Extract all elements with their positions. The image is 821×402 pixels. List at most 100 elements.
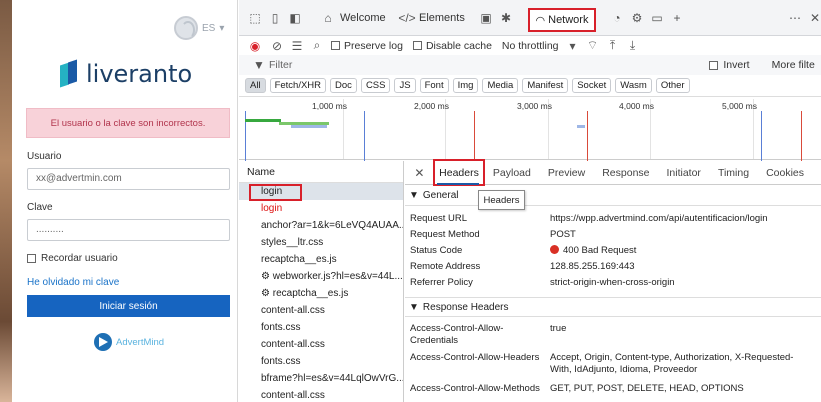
globe-icon xyxy=(174,16,198,40)
request-row[interactable]: fonts.css xyxy=(239,353,403,370)
type-filter-chip[interactable]: Img xyxy=(452,78,479,93)
expand-icon: ▼ xyxy=(409,301,419,313)
logo-text: liveranto xyxy=(86,60,193,88)
tab-network[interactable]: ◠ Network xyxy=(528,8,596,32)
footer-brand: AdvertMind xyxy=(94,333,164,351)
filter-input[interactable]: Filter xyxy=(269,59,292,71)
login-submit-button[interactable]: Iniciar sesión xyxy=(27,295,230,317)
user-input[interactable]: xx@advertmin.com xyxy=(27,168,230,190)
request-row[interactable]: content-all.css xyxy=(239,336,403,353)
request-row[interactable]: bframe?hl=es&v=44LqlOwVrG... xyxy=(239,370,403,387)
request-row[interactable]: anchor?ar=1&k=6LeVQ4AUAA... xyxy=(239,217,403,234)
header-value: Accept, Origin, Content-type, Authorizat… xyxy=(550,352,794,375)
tab-cookies[interactable]: Cookies xyxy=(766,167,804,179)
tab-preview[interactable]: Preview xyxy=(548,167,585,179)
tab-response[interactable]: Response xyxy=(602,167,649,179)
header-value: strict-origin-when-cross-origin xyxy=(550,277,675,288)
record-icon[interactable]: ◉ xyxy=(247,38,263,54)
disable-cache-checkbox[interactable] xyxy=(412,41,422,50)
preserve-log-checkbox[interactable] xyxy=(331,41,340,50)
close-details-icon[interactable]: ✕ xyxy=(413,165,426,181)
network-conditions-icon[interactable]: ⌔ xyxy=(585,38,601,54)
type-filter-chip[interactable]: JS xyxy=(394,78,416,93)
background-photo xyxy=(0,0,12,402)
language-selector[interactable]: ES ▾ xyxy=(174,16,224,40)
network-timeline[interactable]: 1,000 ms 2,000 ms 3,000 ms 4,000 ms 5,00… xyxy=(239,96,821,161)
type-filter-chip[interactable]: All xyxy=(245,78,266,93)
tab-headers[interactable]: Headers xyxy=(433,159,485,186)
highlight-box xyxy=(249,184,302,201)
request-row[interactable]: content-all.css xyxy=(239,387,403,402)
request-row[interactable]: content-all.css xyxy=(239,302,403,319)
tab-welcome[interactable]: ⌂ Welcome xyxy=(320,9,386,27)
timeline-tick: 1,000 ms xyxy=(312,101,347,111)
upload-icon[interactable]: ⤒ xyxy=(605,38,621,54)
remember-checkbox[interactable] xyxy=(27,254,36,263)
request-row[interactable]: recaptcha__es.js xyxy=(239,251,403,268)
network-toolbar: ◉ ⊘ ☰ ⌕ Preserve log Disable cache No th… xyxy=(239,36,821,55)
request-details: ✕ Payload Preview Response Initiator Tim… xyxy=(405,159,821,402)
console-icon[interactable]: ▣ xyxy=(478,10,494,26)
devtools-panel: ⬚ ▯ ◧ ⌂ Welcome </> Elements ▣ ✱ ◠ Netwo… xyxy=(239,0,821,402)
request-row[interactable]: ⚙ webworker.js?hl=es&v=44L... xyxy=(239,268,403,285)
timeline-tick: 3,000 ms xyxy=(517,101,552,111)
request-row[interactable]: ⚙ recaptcha__es.js xyxy=(239,285,403,302)
filter-toggle-icon[interactable]: ☰ xyxy=(289,38,305,54)
timeline-bar xyxy=(291,125,327,128)
application-icon[interactable]: ▭ xyxy=(649,10,665,26)
type-filter-chip[interactable]: Font xyxy=(419,78,449,93)
tab-timing[interactable]: Timing xyxy=(718,167,749,179)
response-headers-section-header[interactable]: ▼ Response Headers xyxy=(405,297,821,317)
timeline-dom-line xyxy=(761,111,762,161)
close-icon[interactable]: ✕ xyxy=(807,10,821,26)
request-row[interactable]: styles__ltr.css xyxy=(239,234,403,251)
clear-icon[interactable]: ⊘ xyxy=(269,38,285,54)
add-tab-icon[interactable]: + xyxy=(669,10,685,26)
request-row[interactable]: fonts.css xyxy=(239,319,403,336)
timeline-load-line xyxy=(801,111,802,161)
type-filter-chip[interactable]: Other xyxy=(655,78,690,93)
request-row[interactable]: login xyxy=(239,200,403,217)
general-title: General xyxy=(422,190,459,201)
type-filter-chip[interactable]: Doc xyxy=(330,78,357,93)
more-options-icon[interactable]: ⋯ xyxy=(787,10,803,26)
name-column-header[interactable]: Name xyxy=(239,161,403,183)
dock-icon[interactable]: ◧ xyxy=(287,10,303,26)
invert-checkbox[interactable] xyxy=(709,60,719,70)
tab-payload[interactable]: Payload xyxy=(493,167,531,179)
request-list: Name login login anchor?ar=1&k=6LeVQ4AUA… xyxy=(239,161,404,402)
type-filter-chip[interactable]: Media xyxy=(482,78,519,93)
response-headers-title: Response Headers xyxy=(422,301,509,313)
header-key: Status Code xyxy=(410,245,463,256)
timeline-load-line xyxy=(474,111,475,161)
header-key: Referrer Policy xyxy=(410,277,473,288)
search-icon[interactable]: ⌕ xyxy=(309,38,325,54)
tab-elements[interactable]: </> Elements xyxy=(398,9,465,27)
disable-cache-label: Disable cache xyxy=(425,39,492,52)
inspect-icon[interactable]: ⬚ xyxy=(247,10,263,26)
more-filters-button[interactable]: More filte xyxy=(772,59,815,71)
chevron-down-icon[interactable]: ▾ xyxy=(565,38,581,54)
footer-brand-label: AdvertMind xyxy=(116,336,165,348)
type-filter-chip[interactable]: Manifest xyxy=(522,78,569,93)
throttling-select[interactable]: No throttling xyxy=(502,40,559,52)
general-section-header[interactable]: ▼ General xyxy=(405,186,821,206)
type-filter-chip[interactable]: CSS xyxy=(360,78,391,93)
language-code: ES xyxy=(202,22,216,34)
type-filter-chip[interactable]: Fetch/XHR xyxy=(269,78,327,93)
header-key: Access-Control-Allow-Methods xyxy=(410,383,540,394)
header-value: true xyxy=(550,323,567,334)
device-icon[interactable]: ▯ xyxy=(267,10,283,26)
active-tab-indicator xyxy=(437,183,479,185)
tab-initiator[interactable]: Initiator xyxy=(667,167,701,179)
bug-icon[interactable]: ✱ xyxy=(498,10,514,26)
type-filter-chip[interactable]: Wasm xyxy=(615,78,652,93)
forgot-password-link[interactable]: He olvidado mi clave xyxy=(27,277,119,288)
download-icon[interactable]: ⤓ xyxy=(625,38,641,54)
preserve-log-label: Preserve log xyxy=(344,39,403,52)
tab-welcome-label: Welcome xyxy=(340,12,386,24)
type-filter-chip[interactable]: Socket xyxy=(572,78,612,93)
password-input[interactable]: .......... xyxy=(27,219,230,241)
performance-icon[interactable]: ◔ xyxy=(609,10,625,26)
gear-icon[interactable]: ⚙ xyxy=(629,10,645,26)
